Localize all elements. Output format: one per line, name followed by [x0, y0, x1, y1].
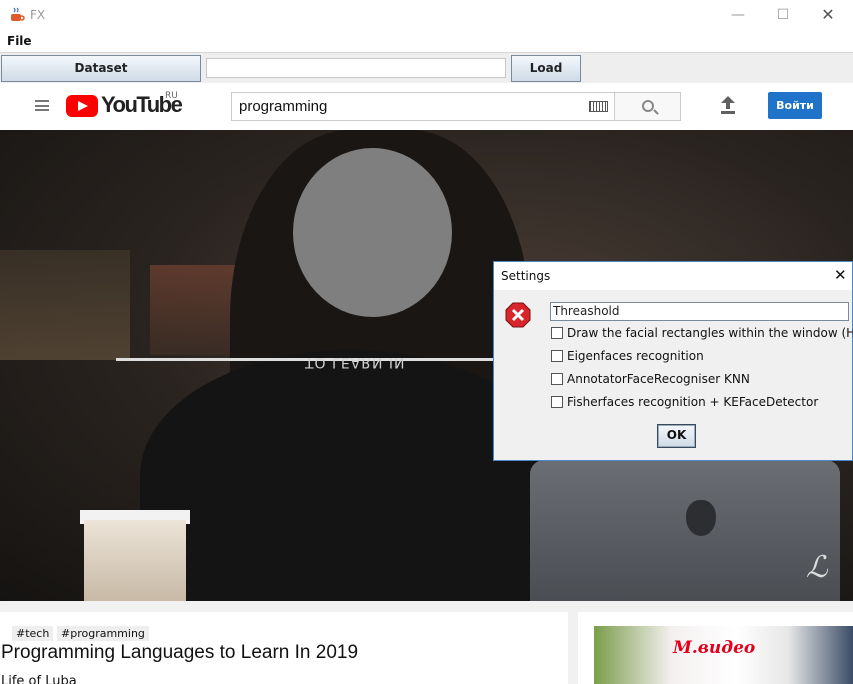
login-button[interactable]: Войти: [768, 92, 822, 119]
menu-file[interactable]: File: [7, 34, 32, 48]
video-info: #tech #programming Programming Languages…: [0, 612, 568, 684]
minimize-button[interactable]: —: [715, 0, 761, 31]
dialog-title-bar: Settings ✕: [494, 262, 852, 290]
checkbox-label: Fisherfaces recognition + KEFaceDetector: [567, 395, 819, 409]
checkbox-haar-rectangles[interactable]: Draw the facial rectangles within the wi…: [551, 326, 853, 342]
video-overlay-text: TO LEARN IN: [305, 354, 406, 370]
hamburger-menu-icon[interactable]: [35, 100, 49, 111]
checkbox-label: Eigenfaces recognition: [567, 349, 704, 363]
app-window: FX — ☐ ✕ File Dataset Load YouTube RU pr…: [0, 0, 853, 684]
toolbar: Dataset Load: [0, 52, 853, 83]
keyboard-icon[interactable]: [589, 101, 608, 112]
checkbox-fisherfaces[interactable]: Fisherfaces recognition + KEFaceDetector: [551, 395, 818, 411]
channel-name[interactable]: Life of Luba: [1, 674, 77, 684]
apple-logo-icon: [686, 500, 716, 536]
java-cup-icon: [11, 7, 25, 21]
checkbox[interactable]: [551, 350, 563, 362]
ad-banner[interactable]: М.видео: [594, 626, 853, 684]
load-button[interactable]: Load: [511, 55, 581, 82]
checkbox[interactable]: [551, 373, 563, 385]
ok-button[interactable]: OK: [657, 424, 696, 448]
youtube-header: YouTube RU programming Войти: [0, 83, 853, 130]
checkbox[interactable]: [551, 396, 563, 408]
search-query: programming: [239, 98, 328, 115]
hashtag[interactable]: #programming: [57, 626, 149, 641]
youtube-search-button[interactable]: [614, 92, 681, 121]
settings-dialog: Settings ✕ Threashold Draw the facial re…: [493, 261, 853, 461]
region-label: RU: [165, 91, 178, 101]
checkbox-eigenfaces[interactable]: Eigenfaces recognition: [551, 349, 704, 365]
error-icon: [505, 302, 531, 328]
dialog-title: Settings: [501, 269, 551, 283]
threshold-field[interactable]: Threashold: [550, 302, 849, 321]
path-field[interactable]: [206, 58, 506, 78]
checkbox-label: Draw the facial rectangles within the wi…: [567, 326, 853, 340]
title-bar: FX — ☐ ✕: [0, 0, 853, 31]
ad-brand: М.видео: [673, 638, 756, 658]
channel-signature: ℒ: [806, 550, 828, 585]
search-icon: [642, 100, 654, 112]
sidebar-ad-panel: М.видео: [578, 612, 853, 684]
youtube-logo-icon[interactable]: [66, 95, 98, 117]
hashtag[interactable]: #tech: [12, 626, 54, 641]
close-window-button[interactable]: ✕: [805, 0, 851, 31]
checkbox-annotator-knn[interactable]: AnnotatorFaceRecogniser KNN: [551, 372, 750, 388]
menu-bar: File: [0, 31, 853, 52]
checkbox-label: AnnotatorFaceRecogniser KNN: [567, 372, 750, 386]
face-mask-circle: [293, 148, 452, 317]
background-shelf: [0, 250, 130, 360]
video-title: Programming Languages to Learn In 2019: [1, 642, 359, 663]
laptop: [530, 460, 840, 601]
youtube-search-input[interactable]: programming: [231, 92, 615, 121]
checkbox[interactable]: [551, 327, 563, 339]
dialog-close-button[interactable]: ✕: [834, 266, 847, 284]
upload-icon[interactable]: [720, 96, 736, 114]
maximize-button[interactable]: ☐: [760, 0, 806, 31]
dataset-button[interactable]: Dataset: [1, 55, 201, 82]
coffee-cup: [84, 520, 186, 601]
window-title: FX: [30, 8, 46, 22]
